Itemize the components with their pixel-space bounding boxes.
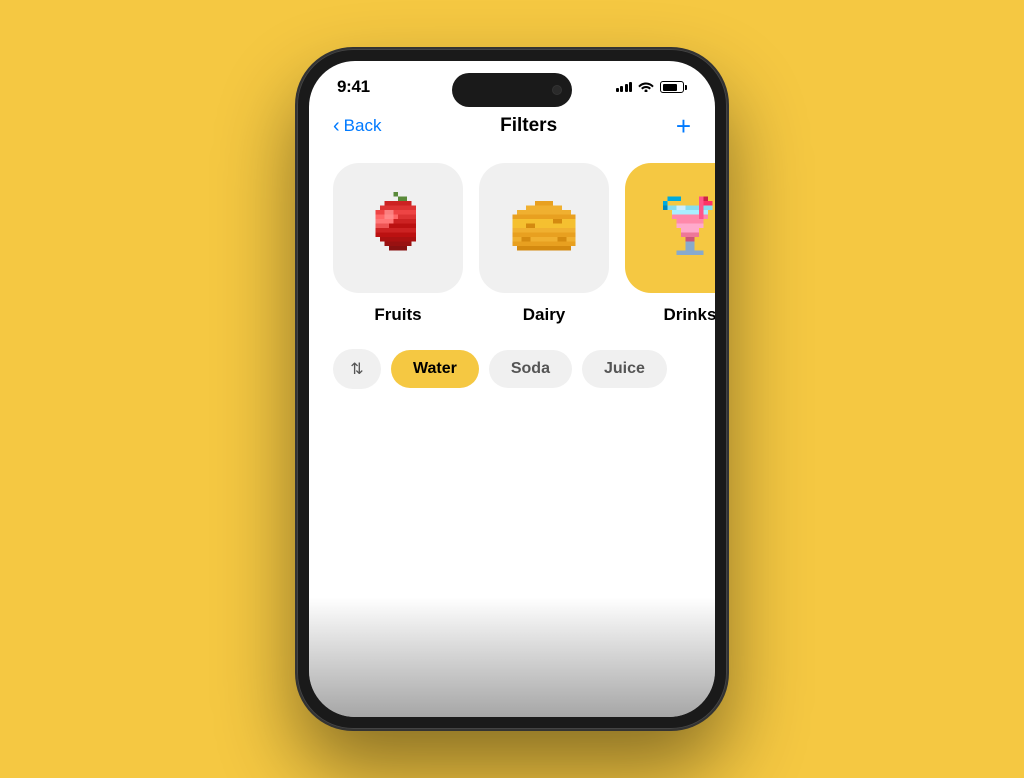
phone-device: 9:41 [297, 49, 727, 729]
category-scroll: Fruits [309, 155, 715, 341]
category-icon-wrap-dairy [479, 163, 609, 293]
page-title: Filters [500, 115, 557, 137]
signal-bar-4 [629, 82, 632, 92]
status-bar: 9:41 [309, 61, 715, 105]
sort-icon: ⇅ [350, 359, 363, 379]
filter-chip-juice-label: Juice [604, 360, 645, 377]
cocktail-icon [654, 192, 715, 264]
category-card-fruits[interactable]: Fruits [333, 163, 463, 325]
navigation-bar: ‹ Back Filters + [309, 105, 715, 155]
category-label-fruits: Fruits [374, 305, 421, 325]
signal-bar-2 [620, 86, 623, 92]
signal-bar-3 [625, 84, 628, 92]
filter-chip-juice[interactable]: Juice [582, 350, 667, 388]
battery-tip [685, 85, 687, 90]
signal-bars-icon [616, 82, 633, 92]
filter-chip-water[interactable]: Water [391, 350, 479, 388]
category-card-drinks[interactable]: Drinks [625, 163, 715, 325]
filter-chip-water-label: Water [413, 360, 457, 377]
dynamic-island [452, 73, 572, 107]
apple-icon [362, 192, 434, 264]
filter-chip-soda[interactable]: Soda [489, 350, 572, 388]
camera-dot [552, 85, 562, 95]
status-icons [616, 79, 688, 95]
filter-chip-soda-label: Soda [511, 360, 550, 377]
back-label: Back [344, 116, 382, 136]
filter-chips-row: ⇅ Water Soda Juice [309, 341, 715, 413]
category-label-dairy: Dairy [523, 305, 566, 325]
phone-screen: 9:41 [309, 61, 715, 717]
back-button[interactable]: ‹ Back [333, 115, 381, 138]
cheese-icon [508, 192, 580, 264]
category-label-drinks: Drinks [664, 305, 715, 325]
sort-button[interactable]: ⇅ [333, 349, 381, 389]
category-icon-wrap-fruits [333, 163, 463, 293]
wifi-icon [638, 79, 654, 95]
status-time: 9:41 [337, 77, 370, 97]
category-card-dairy[interactable]: Dairy [479, 163, 609, 325]
add-button[interactable]: + [676, 113, 691, 139]
signal-bar-1 [616, 88, 619, 92]
category-icon-wrap-drinks [625, 163, 715, 293]
battery-fill [663, 84, 677, 91]
battery-icon [660, 81, 687, 93]
back-chevron-icon: ‹ [333, 115, 340, 138]
